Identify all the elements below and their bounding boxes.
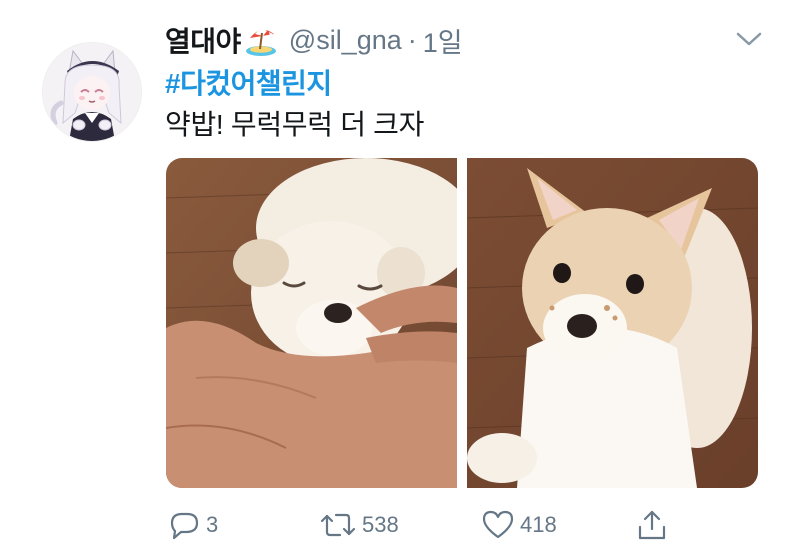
user-handle[interactable]: @sil_gna bbox=[289, 25, 402, 56]
reply-button[interactable]: 3 bbox=[166, 505, 218, 545]
like-button[interactable]: 418 bbox=[480, 505, 557, 545]
reply-count: 3 bbox=[206, 512, 219, 537]
retweet-button[interactable]: 538 bbox=[318, 505, 399, 545]
share-upload-icon bbox=[638, 510, 666, 540]
heart-outline-icon bbox=[482, 510, 514, 539]
photo-puppy-asleep[interactable] bbox=[166, 158, 476, 488]
like-count: 418 bbox=[520, 512, 557, 537]
photo-grown-dog[interactable] bbox=[466, 158, 758, 488]
action-bar: 3 538 418 bbox=[166, 505, 758, 545]
avatar[interactable] bbox=[42, 42, 142, 142]
beach-umbrella-emoji bbox=[243, 22, 279, 58]
display-name[interactable]: 열대야 bbox=[165, 20, 241, 60]
timestamp[interactable]: 1일 bbox=[423, 21, 463, 60]
retweet-count: 538 bbox=[362, 512, 399, 537]
chevron-down-icon[interactable] bbox=[734, 28, 764, 50]
tweet-header: 열대야 @sil_gna · 1일 bbox=[165, 18, 463, 62]
tweet-text: 약밥! 무럭무럭 더 크자 bbox=[165, 109, 425, 140]
avatar-illustration bbox=[43, 43, 141, 141]
speech-bubble-icon bbox=[170, 512, 199, 540]
share-button[interactable] bbox=[634, 505, 670, 545]
hashtag-link[interactable]: #다컸어챌린지 bbox=[165, 62, 332, 102]
retweet-arrows-icon bbox=[320, 513, 356, 537]
media-grid bbox=[166, 158, 758, 488]
separator-dot: · bbox=[407, 24, 417, 55]
